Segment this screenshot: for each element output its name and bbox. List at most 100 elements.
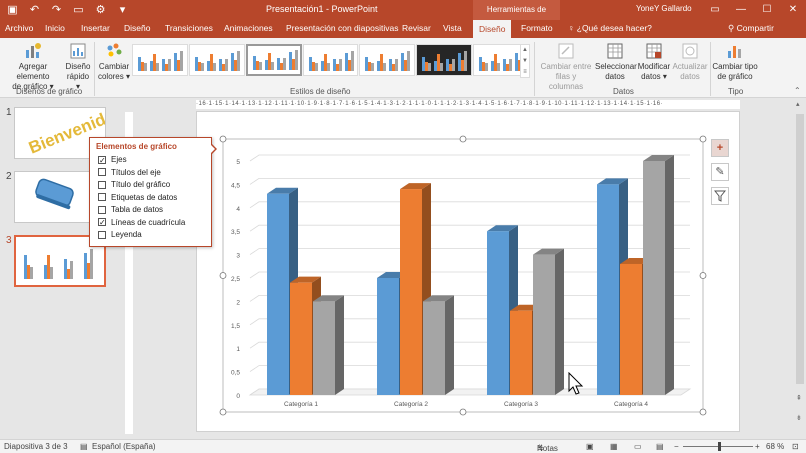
redo-icon[interactable]: ↷: [50, 3, 63, 17]
undo-icon[interactable]: ↶: [28, 3, 41, 17]
chart-style-6[interactable]: [416, 44, 473, 76]
collapse-ribbon-icon[interactable]: ⌃: [794, 86, 801, 95]
share-button[interactable]: ⚲ Compartir: [728, 23, 774, 34]
next-slide-icon[interactable]: ⇟: [796, 414, 802, 422]
language-indicator[interactable]: Español (España): [92, 442, 156, 451]
checkbox-icon[interactable]: [98, 205, 106, 214]
vertical-scrollbar[interactable]: ▴ ⇞ ⇟: [794, 98, 806, 439]
select-data-label2: datos: [605, 72, 625, 81]
tell-me-search[interactable]: ♀ ¿Qué desea hacer?: [568, 23, 652, 33]
tab-revisar[interactable]: Revisar: [402, 23, 431, 33]
chart-elements-popup: Elementos de gráfico ✓ Ejes Títulos del ej…: [89, 137, 217, 247]
style-thumb-bar: [371, 63, 375, 71]
zoom-level[interactable]: 68 %: [766, 442, 784, 451]
chart-element-label: Tabla de datos: [111, 205, 164, 214]
normal-view-icon[interactable]: ▣: [586, 442, 594, 451]
chart-filters-button[interactable]: [711, 187, 729, 205]
style-thumb-bar: [200, 63, 204, 71]
chart-style-3[interactable]: [245, 44, 302, 76]
zoom-in-icon[interactable]: +: [755, 442, 760, 451]
chart-element-option[interactable]: ✓ Líneas de cuadrícula: [98, 217, 185, 228]
tab-transiciones[interactable]: Transiciones: [165, 23, 213, 33]
ribbon-tabs: Archivo Inicio Insertar Diseño Transicio…: [0, 20, 806, 38]
slide-sorter-icon[interactable]: ▦: [610, 442, 618, 451]
style-thumb-bar: [224, 59, 228, 71]
chart-style-5[interactable]: [359, 44, 416, 76]
popup-arrow-fill: [210, 144, 215, 154]
tab-chart-diseno[interactable]: Diseño: [473, 20, 512, 38]
edit-data-label2: datos: [641, 72, 661, 81]
chart-styles-gallery: [132, 44, 530, 78]
user-name[interactable]: YoneY Gallardo: [636, 4, 692, 13]
scroll-up-icon[interactable]: ▴: [796, 100, 800, 108]
checkbox-icon[interactable]: [98, 168, 106, 176]
notes-label: Notas: [537, 444, 558, 453]
context-tab-label: Herramientas de gráficos: [473, 0, 560, 34]
chart-element-option[interactable]: Tabla de datos: [98, 204, 163, 215]
chart-element-option[interactable]: Etiquetas de datos: [98, 192, 177, 203]
zoom-slider-thumb[interactable]: [718, 442, 722, 451]
fit-to-window-icon[interactable]: ⊡: [792, 442, 799, 451]
slide-canvas[interactable]: [196, 111, 740, 432]
ribbon-options-icon[interactable]: ▭: [702, 0, 728, 20]
edit-data-button[interactable]: Modificar datos ▾: [636, 42, 672, 82]
style-thumb-bar: [236, 51, 240, 71]
chart-element-option[interactable]: Leyenda: [98, 229, 142, 240]
chart-styles-button[interactable]: ✎: [711, 163, 729, 181]
style-thumb-bar: [509, 59, 513, 71]
checkbox-icon[interactable]: [98, 230, 106, 239]
qat-dropdown-icon[interactable]: ▾: [116, 3, 129, 17]
maximize-icon[interactable]: ☐: [754, 0, 780, 20]
presentation-icon[interactable]: ▭: [72, 3, 85, 17]
scrollbar-thumb[interactable]: [796, 114, 804, 384]
minimize-icon[interactable]: —: [728, 0, 754, 20]
zoom-slider[interactable]: [683, 442, 753, 451]
change-colors-label1: Cambiar: [98, 62, 130, 71]
group-label-data: Datos: [613, 87, 634, 96]
close-icon[interactable]: ✕: [780, 0, 806, 20]
styles-scroll[interactable]: ▲ ▼ ≡: [520, 44, 530, 78]
spellcheck-icon[interactable]: ▤: [80, 442, 88, 451]
tab-formato[interactable]: Formato: [521, 23, 553, 33]
chart-element-option[interactable]: ✓ Ejes: [98, 154, 127, 165]
change-chart-type-button[interactable]: Cambiar tipo de gráfico: [712, 42, 758, 82]
tab-presentacion[interactable]: Presentación con diapositivas: [286, 23, 398, 33]
chart-element-label: Título del gráfico: [111, 180, 171, 189]
chart-element-option[interactable]: Título del gráfico: [98, 179, 170, 190]
chart-elements-button[interactable]: +: [711, 139, 729, 157]
checked-checkbox-icon[interactable]: ✓: [98, 155, 106, 164]
chart-style-4[interactable]: [302, 44, 359, 76]
ribbon-separator: [710, 42, 711, 96]
status-bar: Diapositiva 3 de 3 ▤ Español (España) ≚ …: [0, 439, 806, 453]
change-colors-label2: colores: [97, 72, 124, 81]
slideshow-icon[interactable]: ▤: [656, 442, 664, 451]
zoom-out-icon[interactable]: −: [674, 442, 679, 451]
style-thumb-bar: [338, 59, 342, 71]
prev-slide-icon[interactable]: ⇞: [796, 394, 802, 402]
select-data-icon: [607, 43, 623, 59]
tab-inicio[interactable]: Inicio: [45, 23, 65, 33]
save-icon[interactable]: ▣: [6, 3, 19, 17]
checked-checkbox-icon[interactable]: ✓: [98, 218, 106, 227]
checkbox-icon[interactable]: [98, 193, 106, 201]
chart-style-1[interactable]: [132, 44, 188, 76]
style-thumb-bar: [270, 62, 274, 70]
palette-icon: [107, 43, 122, 57]
quick-layout-button[interactable]: Diseño rápido ▾: [64, 42, 92, 92]
checkbox-icon[interactable]: [98, 180, 106, 189]
tab-vista[interactable]: Vista: [443, 23, 462, 33]
tab-animaciones[interactable]: Animaciones: [224, 23, 273, 33]
switch-row-column-button[interactable]: Cambiar entre filas y columnas: [538, 42, 594, 92]
edit-data-label1: Modificar: [637, 62, 671, 71]
chart-style-2[interactable]: [188, 44, 245, 76]
customize-icon[interactable]: ⚙: [94, 3, 107, 17]
chart-element-option[interactable]: Títulos del eje: [98, 167, 161, 178]
refresh-data-button[interactable]: Actualizar datos: [672, 42, 708, 82]
add-chart-element-button[interactable]: Agregar elemento de gráfico ▾: [2, 42, 64, 92]
tab-insertar[interactable]: Insertar: [81, 23, 110, 33]
tab-archivo[interactable]: Archivo: [5, 23, 33, 33]
select-data-button[interactable]: Seleccionar datos: [595, 42, 637, 82]
tab-diseno[interactable]: Diseño: [124, 23, 150, 33]
change-colors-button[interactable]: Cambiar colores ▾: [97, 42, 131, 82]
reading-view-icon[interactable]: ▭: [634, 442, 642, 451]
